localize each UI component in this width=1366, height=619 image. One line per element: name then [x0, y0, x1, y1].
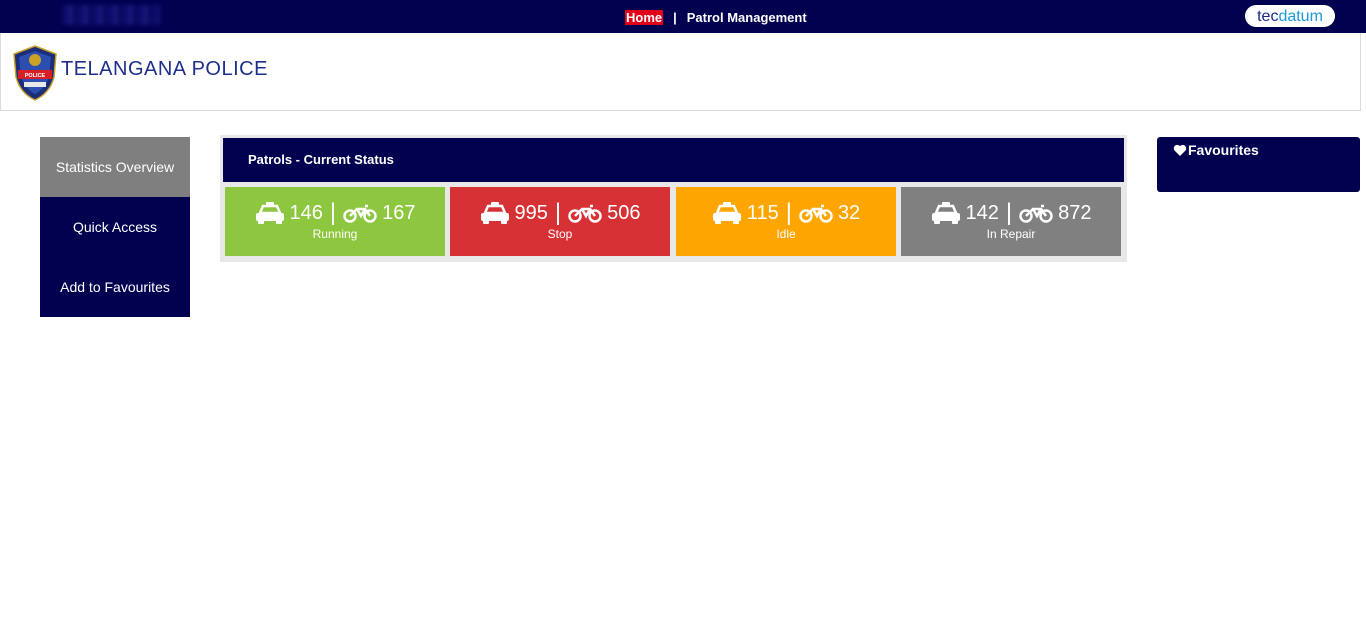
bike-count: 167: [382, 201, 416, 224]
car-icon: [712, 202, 741, 224]
status-label: Running: [312, 227, 358, 241]
bike-count: 32: [837, 201, 861, 224]
bike-count: 506: [607, 201, 641, 224]
motorcycle-icon: [799, 204, 833, 223]
motorcycle-icon: [1019, 204, 1053, 223]
nav-home-link[interactable]: Home: [625, 10, 664, 25]
status-label: In Repair: [986, 227, 1036, 241]
favourites-panel: Favourites: [1157, 137, 1360, 192]
count-separator: |: [554, 199, 562, 226]
redacted-user-info: [62, 5, 160, 25]
car-count: 995: [514, 201, 548, 224]
status-label: Stop: [547, 227, 573, 241]
top-bar: Home | Patrol Management tecdatum: [0, 0, 1366, 33]
top-nav: Home | Patrol Management: [625, 10, 807, 25]
status-tile-running[interactable]: 146 | 167 Running: [225, 187, 445, 256]
car-icon: [255, 202, 284, 224]
tecdatum-logo: tecdatum: [1245, 5, 1335, 27]
status-tile-idle[interactable]: 115 | 32 Idle: [676, 187, 896, 256]
sidebar-item-quick-access[interactable]: Quick Access: [40, 197, 190, 257]
sidebar-item-statistics-overview[interactable]: Statistics Overview: [40, 137, 190, 197]
panel-title: Patrols - Current Status: [223, 138, 1124, 182]
car-count: 115: [746, 201, 779, 224]
patrol-status-panel: Patrols - Current Status 146 | 167 Runni…: [220, 135, 1127, 262]
count-separator: |: [329, 199, 337, 226]
status-tile-in-repair[interactable]: 142 | 872 In Repair: [901, 187, 1121, 256]
car-count: 142: [965, 201, 999, 224]
page-header: POLICE TELANGANA POLICE: [0, 33, 1361, 111]
heart-icon: [1173, 144, 1187, 156]
nav-patrol-management-link[interactable]: Patrol Management: [687, 10, 807, 25]
count-separator: |: [785, 199, 792, 226]
sidebar: Statistics Overview Quick Access Add to …: [40, 137, 190, 317]
bike-count: 872: [1058, 201, 1092, 224]
police-badge-logo: POLICE: [13, 45, 57, 101]
car-icon: [480, 202, 509, 224]
org-title: TELANGANA POLICE: [61, 58, 268, 80]
motorcycle-icon: [568, 204, 602, 223]
svg-text:POLICE: POLICE: [25, 73, 46, 79]
car-icon: [931, 202, 960, 224]
car-count: 146: [289, 201, 323, 224]
motorcycle-icon: [343, 204, 377, 223]
status-tile-stop[interactable]: 995 | 506 Stop: [450, 187, 670, 256]
count-separator: |: [1005, 199, 1013, 226]
sidebar-item-add-to-favourites[interactable]: Add to Favourites: [40, 257, 190, 317]
status-label: Idle: [776, 227, 796, 241]
nav-separator: |: [673, 10, 677, 25]
favourites-title: Favourites: [1188, 142, 1259, 158]
